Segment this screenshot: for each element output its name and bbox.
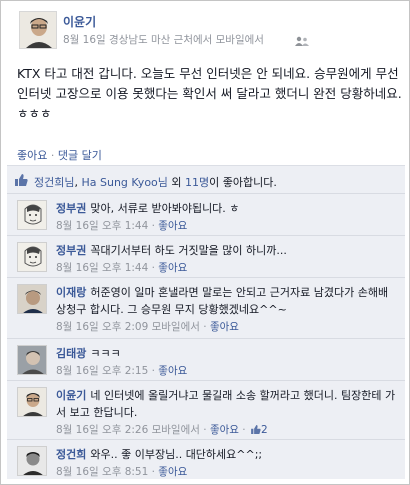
comment-item: 정부권 맞아, 서류로 받아봐야됩니다. ㅎ 8월 16일 오후 1:44 · 좋아… [7, 195, 405, 236]
comment-sep: · [199, 424, 210, 436]
comment-text: 정건희 와우.. 좋 이부장님.. 대단하세요^^;; 8월 16일 오후 8:51… [56, 446, 398, 481]
post-header: 이윤기 8월 16일 경상남도 마산 근처에서 모바일에서 [7, 7, 403, 53]
comment-meta: 8월 16일 오후 2:26 모바일에서 · 좋아요 · 2 [56, 424, 268, 436]
comment-like-link[interactable]: 좋아요 [210, 321, 239, 333]
comment-like-number: 2 [260, 424, 268, 436]
post-author-avatar[interactable] [19, 11, 57, 49]
likes-summary: 정건희님, Ha Sung Kyoo님 외 11명이 좋아합니다. [7, 166, 405, 194]
comment-author[interactable]: 이재랑 [56, 286, 86, 299]
comment-avatar[interactable] [17, 242, 47, 272]
comment-author[interactable]: 김태광 [56, 347, 86, 360]
comment-item: 정부권 꼭대기서부터 하도 거짓말을 많이 하니까... 8월 16일 오후 1:4… [7, 237, 405, 278]
comment-item: 이윤기 네 인터넷에 올릴거냐고 물길래 소송 할꺼라고 했더니. 팀장한테 가서… [7, 382, 405, 440]
comment-time[interactable]: 8월 16일 오후 8:51 [56, 466, 148, 478]
comment-author[interactable]: 이윤기 [56, 389, 86, 402]
comment-time[interactable]: 8월 16일 오후 2:09 모바일에서 [56, 321, 200, 333]
comment-time[interactable]: 8월 16일 오후 1:44 [56, 262, 148, 274]
comment-sep: · [148, 466, 159, 478]
comment-body: 꼭대기서부터 하도 거짓말을 많이 하니까... [90, 244, 287, 257]
comment-body: 와우.. 좋 이부장님.. 대단하세요^^;; [90, 448, 263, 461]
comment-like-link[interactable]: 좋아요 [210, 424, 239, 436]
comment-item: 정건희 와우.. 좋 이부장님.. 대단하세요^^;; 8월 16일 오후 8:51… [7, 441, 405, 480]
comment-time[interactable]: 8월 16일 오후 2:26 모바일에서 [56, 424, 200, 436]
comment-meta: 8월 16일 오후 1:44 · 좋아요 [56, 220, 187, 232]
comment-like-link[interactable]: 좋아요 [158, 220, 187, 232]
likes-suffix: 이 좋아합니다. [209, 176, 277, 189]
post-author-name[interactable]: 이윤기 [63, 13, 96, 30]
liker-1[interactable]: 정건희님 [34, 176, 74, 189]
comment-meta: 8월 16일 오후 2:09 모바일에서 · 좋아요 [56, 321, 239, 333]
comment-item: 김태광 ㅋㅋㅋ 8월 16일 오후 2:15 · 좋아요 [7, 340, 405, 381]
thumbs-up-icon [15, 174, 28, 186]
comment-like-link[interactable]: 좋아요 [158, 466, 187, 478]
comment-author[interactable]: 정건희 [56, 448, 86, 461]
post-body-text: KTX 타고 대전 갑니다. 오늘도 무선 인터넷은 안 되네요. 승무원에게 … [17, 66, 402, 121]
comment-body: 허준영이 일마 혼낼라면 말로는 안되고 근거자료 남겼다가 손해배상청구 합시… [56, 286, 389, 316]
comment-avatar[interactable] [17, 284, 47, 314]
comment-avatar[interactable] [17, 345, 47, 375]
comment-sep: · [148, 220, 159, 232]
ufi-feedback: 정건희님, Ha Sung Kyoo님 외 11명이 좋아합니다. 정부권 맞아,… [7, 165, 405, 479]
comment-text: 김태광 ㅋㅋㅋ 8월 16일 오후 2:15 · 좋아요 [56, 345, 398, 380]
comment-time[interactable]: 8월 16일 오후 1:44 [56, 220, 148, 232]
comment-item: 이재랑 허준영이 일마 혼낼라면 말로는 안되고 근거자료 남겼다가 손해배상청구… [7, 279, 405, 339]
action-separator: · [47, 149, 58, 162]
post-actions: 좋아요 · 댓글 달기 [17, 147, 102, 163]
comment-link[interactable]: 댓글 달기 [58, 149, 102, 162]
comment-text: 이윤기 네 인터넷에 올릴거냐고 물길래 소송 할꺼라고 했더니. 팀장한테 가서… [56, 387, 398, 439]
comment-like-link[interactable]: 좋아요 [158, 262, 187, 274]
comment-sep: · [238, 424, 249, 436]
comment-time[interactable]: 8월 16일 오후 2:15 [56, 365, 148, 377]
comment-text: 정부권 꼭대기서부터 하도 거짓말을 많이 하니까... 8월 16일 오후 1:4… [56, 242, 398, 277]
comment-body: 맞아, 서류로 받아봐야됩니다. ㅎ [90, 202, 240, 215]
comment-body: 네 인터넷에 올릴거냐고 물길래 소송 할꺼라고 했더니. 팀장한테 가서 보고… [56, 389, 396, 419]
comment-like-link[interactable]: 좋아요 [158, 365, 187, 377]
comment-meta: 8월 16일 오후 2:15 · 좋아요 [56, 365, 187, 377]
comment-sep: · [148, 262, 159, 274]
liker-2[interactable]: Ha Sung Kyoo님 [81, 176, 167, 189]
comment-meta: 8월 16일 오후 8:51 · 좋아요 [56, 466, 187, 478]
people-icon[interactable] [295, 36, 309, 46]
comment-meta: 8월 16일 오후 1:44 · 좋아요 [56, 262, 187, 274]
comment-avatar[interactable] [17, 446, 47, 476]
comment-author[interactable]: 정부권 [56, 244, 86, 257]
post-meta[interactable]: 8월 16일 경상남도 마산 근처에서 모바일에서 [63, 32, 264, 47]
likes-text: 정건희님, Ha Sung Kyoo님 외 11명이 좋아합니다. [34, 174, 277, 190]
comment-body: ㅋㅋㅋ [90, 347, 121, 360]
story-frame: 이윤기 8월 16일 경상남도 마산 근처에서 모바일에서 KTX 타고 대전 … [0, 0, 410, 485]
comment-avatar[interactable] [17, 387, 47, 417]
comment-text: 정부권 맞아, 서류로 받아봐야됩니다. ㅎ 8월 16일 오후 1:44 · 좋아… [56, 200, 398, 235]
comment-author[interactable]: 정부권 [56, 202, 86, 215]
like-link[interactable]: 좋아요 [17, 149, 47, 162]
comment-sep: · [148, 365, 159, 377]
comment-sep: · [199, 321, 210, 333]
comment-text: 이재랑 허준영이 일마 혼낼라면 말로는 안되고 근거자료 남겼다가 손해배상청구… [56, 284, 398, 336]
likes-middle: 외 [167, 176, 186, 189]
thumbs-up-icon [251, 425, 261, 434]
comment-like-count[interactable]: 2 [249, 424, 268, 436]
likes-count[interactable]: 11명 [185, 176, 209, 189]
comment-avatar[interactable] [17, 200, 47, 230]
